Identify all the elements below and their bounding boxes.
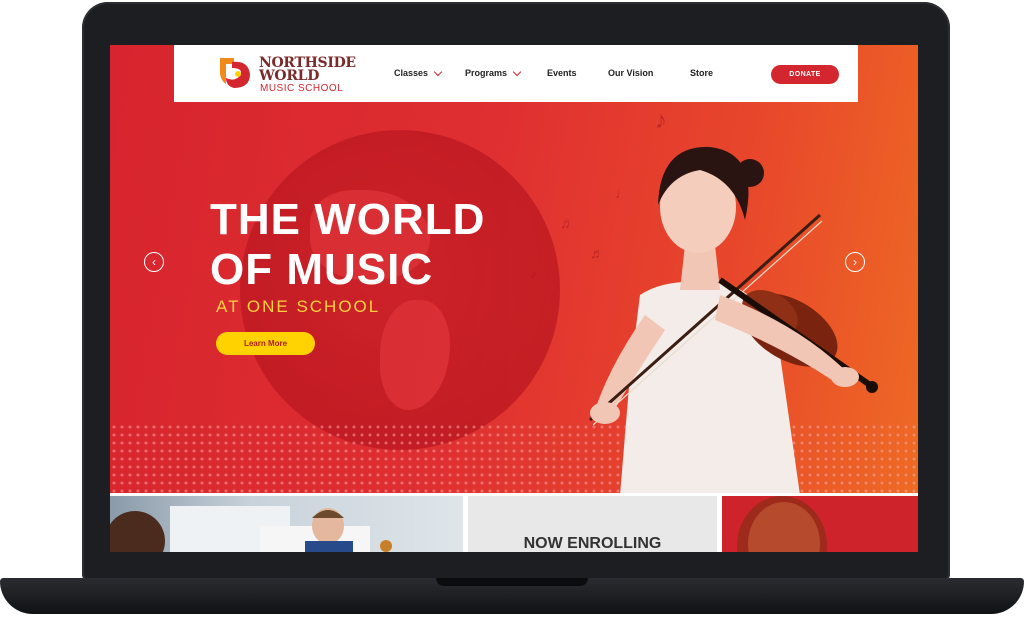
nav-item-programs[interactable]: Programs	[465, 67, 522, 78]
top-navigation: NORTHSIDE WORLD MUSIC SCHOOL Classes Pro…	[174, 45, 858, 102]
performer-photo	[737, 496, 827, 552]
nav-item-classes[interactable]: Classes	[394, 67, 443, 78]
nav-item-our-vision[interactable]: Our Vision	[608, 68, 653, 78]
chevron-left-icon: ‹	[152, 255, 156, 269]
chevron-down-icon	[512, 67, 522, 76]
nav-item-events[interactable]: Events	[547, 68, 577, 78]
feature-tiles: NOW ENROLLING	[110, 493, 918, 552]
hero-headline: THE WORLD OF MUSIC	[210, 195, 485, 295]
hero-headline-line2: OF MUSIC	[210, 245, 434, 294]
hero-headline-line1: THE WORLD	[210, 195, 486, 244]
carousel-next-button[interactable]: ›	[845, 252, 865, 272]
hero-subheadline: AT ONE SCHOOL	[216, 297, 381, 316]
donate-button[interactable]: DONATE	[771, 65, 839, 84]
website-screen: ♪ ♫ ♩ ♪ ♬ THE WORLD OF MUSIC AT ONE SCHO…	[110, 45, 918, 552]
carousel-prev-button[interactable]: ‹	[144, 252, 164, 272]
logo-icon	[220, 58, 250, 88]
learn-more-button[interactable]: Learn More	[216, 332, 315, 355]
laptop-notch	[436, 578, 588, 586]
nav-item-store[interactable]: Store	[690, 68, 713, 78]
hero-banner: ♪ ♫ ♩ ♪ ♬ THE WORLD OF MUSIC AT ONE SCHO…	[110, 45, 918, 493]
nav-item-label: Our Vision	[608, 68, 654, 78]
nav-item-label: Classes	[394, 68, 429, 78]
brand-name-line3: MUSIC SCHOOL	[260, 83, 344, 94]
nav-item-label: Store	[690, 68, 714, 78]
brand-name-line2: WORLD	[259, 68, 320, 84]
nav-item-label: Programs	[465, 68, 508, 78]
students-photo	[110, 506, 392, 552]
performer-photo-tile[interactable]	[722, 496, 918, 552]
laptop-base	[0, 578, 1024, 614]
chevron-right-icon: ›	[853, 255, 857, 269]
chevron-down-icon	[433, 67, 443, 76]
now-enrolling-tile[interactable]: NOW ENROLLING	[468, 496, 717, 552]
nav-item-label: Events	[547, 68, 577, 78]
students-photo-tile[interactable]	[110, 496, 463, 552]
violinist-photo	[589, 146, 878, 493]
now-enrolling-label: NOW ENROLLING	[523, 535, 662, 552]
